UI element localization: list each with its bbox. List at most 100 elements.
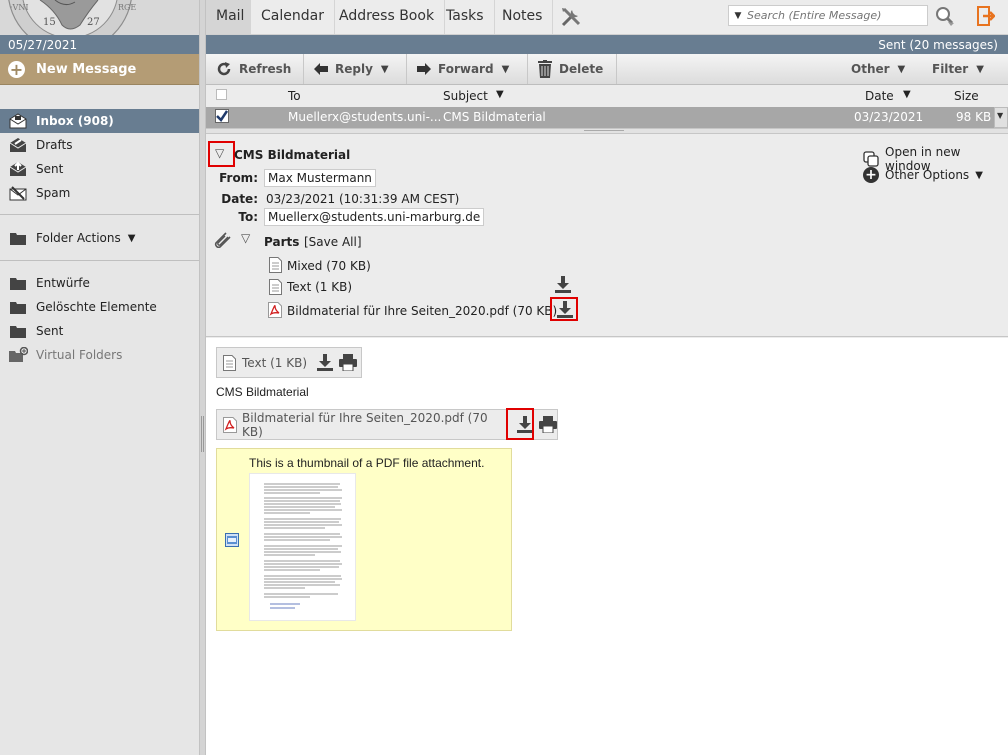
text-attachment-label[interactable]: Text (1 KB)	[242, 356, 307, 370]
body-text: CMS Bildmaterial	[216, 385, 309, 399]
refresh-label: Refresh	[239, 62, 292, 76]
from-value[interactable]: Max Mustermann	[264, 169, 376, 187]
tab-address-book[interactable]: Address Book	[329, 0, 446, 34]
chevron-down-icon: ▼	[380, 63, 389, 75]
part-text[interactable]: Text (1 KB)	[287, 280, 352, 294]
folder-inbox[interactable]: Inbox (908)	[0, 109, 199, 133]
reply-button[interactable]: Reply ▼	[304, 54, 407, 84]
tab-notes[interactable]: Notes	[492, 0, 554, 34]
search-scope-dropdown[interactable]: ▼	[729, 11, 747, 21]
tools-icon[interactable]	[558, 5, 584, 29]
logout-icon[interactable]	[976, 6, 996, 26]
row-subject: CMS Bildmaterial	[443, 110, 546, 124]
sent-icon	[8, 161, 28, 177]
refresh-button[interactable]: Refresh	[206, 54, 304, 84]
folder-label: Drafts	[36, 138, 73, 152]
scroll-down-icon[interactable]: ▼	[997, 111, 1003, 120]
text-attachment-bar: Text (1 KB)	[216, 347, 362, 378]
column-size[interactable]: Size	[954, 89, 979, 103]
tab-mail[interactable]: Mail	[206, 0, 251, 34]
text-file-icon	[268, 256, 282, 273]
delete-label: Delete	[559, 62, 604, 76]
main-panel: Mail Calendar Address Book Tasks Notes ▼…	[206, 0, 1008, 755]
virtual-folder-icon	[8, 347, 28, 363]
collapse-header-icon[interactable]: ▽	[215, 146, 224, 160]
download-icon[interactable]	[554, 275, 572, 293]
chevron-down-icon: ▼	[501, 63, 510, 75]
message-list-header: To Subject ▼ Date ▼ Size	[206, 85, 1008, 107]
search-input[interactable]	[747, 9, 923, 22]
download-icon[interactable]	[556, 300, 574, 318]
highlight-box	[506, 408, 534, 440]
folder-label: Gelöschte Elemente	[36, 300, 157, 314]
filter-label: Filter	[932, 62, 969, 76]
save-all-link[interactable]: [Save All]	[304, 235, 362, 249]
to-label: To:	[238, 210, 258, 224]
select-all-checkbox[interactable]	[216, 89, 227, 100]
inbox-icon	[8, 113, 28, 129]
other-menu-button[interactable]: Other ▼	[841, 54, 911, 84]
row-size: 98 KB	[956, 110, 992, 124]
folder-spam[interactable]: Spam	[0, 181, 199, 205]
collapse-parts-icon[interactable]: ▽	[241, 231, 250, 245]
print-icon[interactable]	[539, 416, 557, 433]
message-body: Text (1 KB) CMS Bildmaterial Bildmateria…	[206, 338, 1008, 755]
folder-virtual-folders[interactable]: Virtual Folders	[0, 343, 199, 367]
pdf-thumbnail-panel: This is a thumbnail of a PDF file attach…	[216, 448, 512, 631]
list-scrollbar[interactable]: ▼	[994, 107, 1008, 128]
print-icon[interactable]	[339, 354, 357, 371]
part-pdf[interactable]: Bildmaterial für Ihre Seiten_2020.pdf (7…	[287, 304, 557, 318]
other-options-menu[interactable]: + Other Options ▼	[863, 167, 983, 183]
current-date: 05/27/2021	[0, 35, 199, 54]
column-subject[interactable]: Subject	[443, 89, 488, 103]
date-label: Date:	[221, 192, 258, 206]
to-value[interactable]: Muellerx@students.uni-marburg.de	[264, 208, 485, 226]
svg-text:15: 15	[43, 17, 56, 28]
folder-actions-menu[interactable]: Folder Actions ▼	[0, 226, 199, 250]
forward-arrow-icon	[417, 63, 431, 75]
pdf-thumbnail-image[interactable]	[249, 473, 356, 621]
from-label: From:	[219, 171, 258, 185]
part-mixed[interactable]: Mixed (70 KB)	[287, 259, 371, 273]
folder-icon	[8, 230, 28, 246]
folder-label: Sent	[36, 162, 64, 176]
download-icon[interactable]	[317, 354, 333, 371]
other-options-label: Other Options	[885, 168, 970, 182]
folder-sent[interactable]: Sent	[0, 157, 199, 181]
tab-tasks[interactable]: Tasks	[436, 0, 495, 34]
row-checkbox[interactable]	[215, 109, 229, 123]
tab-calendar[interactable]: Calendar	[251, 0, 335, 34]
chevron-down-icon: ▼	[127, 232, 136, 244]
new-message-button[interactable]: + New Message	[0, 54, 199, 85]
search-bar: ▼	[728, 5, 928, 26]
folder-label: Sent	[36, 324, 64, 338]
parts-label: Parts	[264, 235, 300, 249]
svg-text:RGE: RGE	[118, 3, 136, 12]
sidebar-resize-handle[interactable]	[199, 0, 206, 755]
column-to[interactable]: To	[288, 89, 301, 103]
forward-button[interactable]: Forward ▼	[407, 54, 528, 84]
spam-icon	[8, 185, 28, 201]
image-placeholder-icon[interactable]	[225, 533, 239, 547]
text-file-icon	[223, 354, 236, 371]
folder-icon	[8, 275, 28, 291]
chevron-down-icon: ▼	[897, 63, 906, 75]
folder-sent-2[interactable]: Sent	[0, 319, 199, 343]
chevron-down-icon[interactable]: ▼	[903, 89, 911, 100]
chevron-down-icon[interactable]: ▼	[496, 89, 504, 100]
delete-button[interactable]: Delete	[528, 54, 617, 84]
row-to: Muellerx@students.uni-...	[288, 110, 442, 124]
table-row[interactable]: Muellerx@students.uni-... CMS Bildmateri…	[206, 107, 994, 128]
folder-geloeschte-elemente[interactable]: Gelöschte Elemente	[0, 295, 199, 319]
other-label: Other	[851, 62, 890, 76]
search-icon[interactable]	[934, 6, 956, 26]
folder-entwuerfe[interactable]: Entwürfe	[0, 271, 199, 295]
folder-status: Sent (20 messages)	[206, 35, 1008, 54]
folder-drafts[interactable]: Drafts	[0, 133, 199, 157]
folder-label: Entwürfe	[36, 276, 90, 290]
filter-menu-button[interactable]: Filter ▼	[922, 54, 1002, 84]
column-date[interactable]: Date	[865, 89, 894, 103]
pdf-attachment-label[interactable]: Bildmaterial für Ihre Seiten_2020.pdf (7…	[242, 411, 509, 439]
folder-label: Inbox (908)	[36, 114, 114, 128]
grip-icon	[584, 130, 624, 131]
